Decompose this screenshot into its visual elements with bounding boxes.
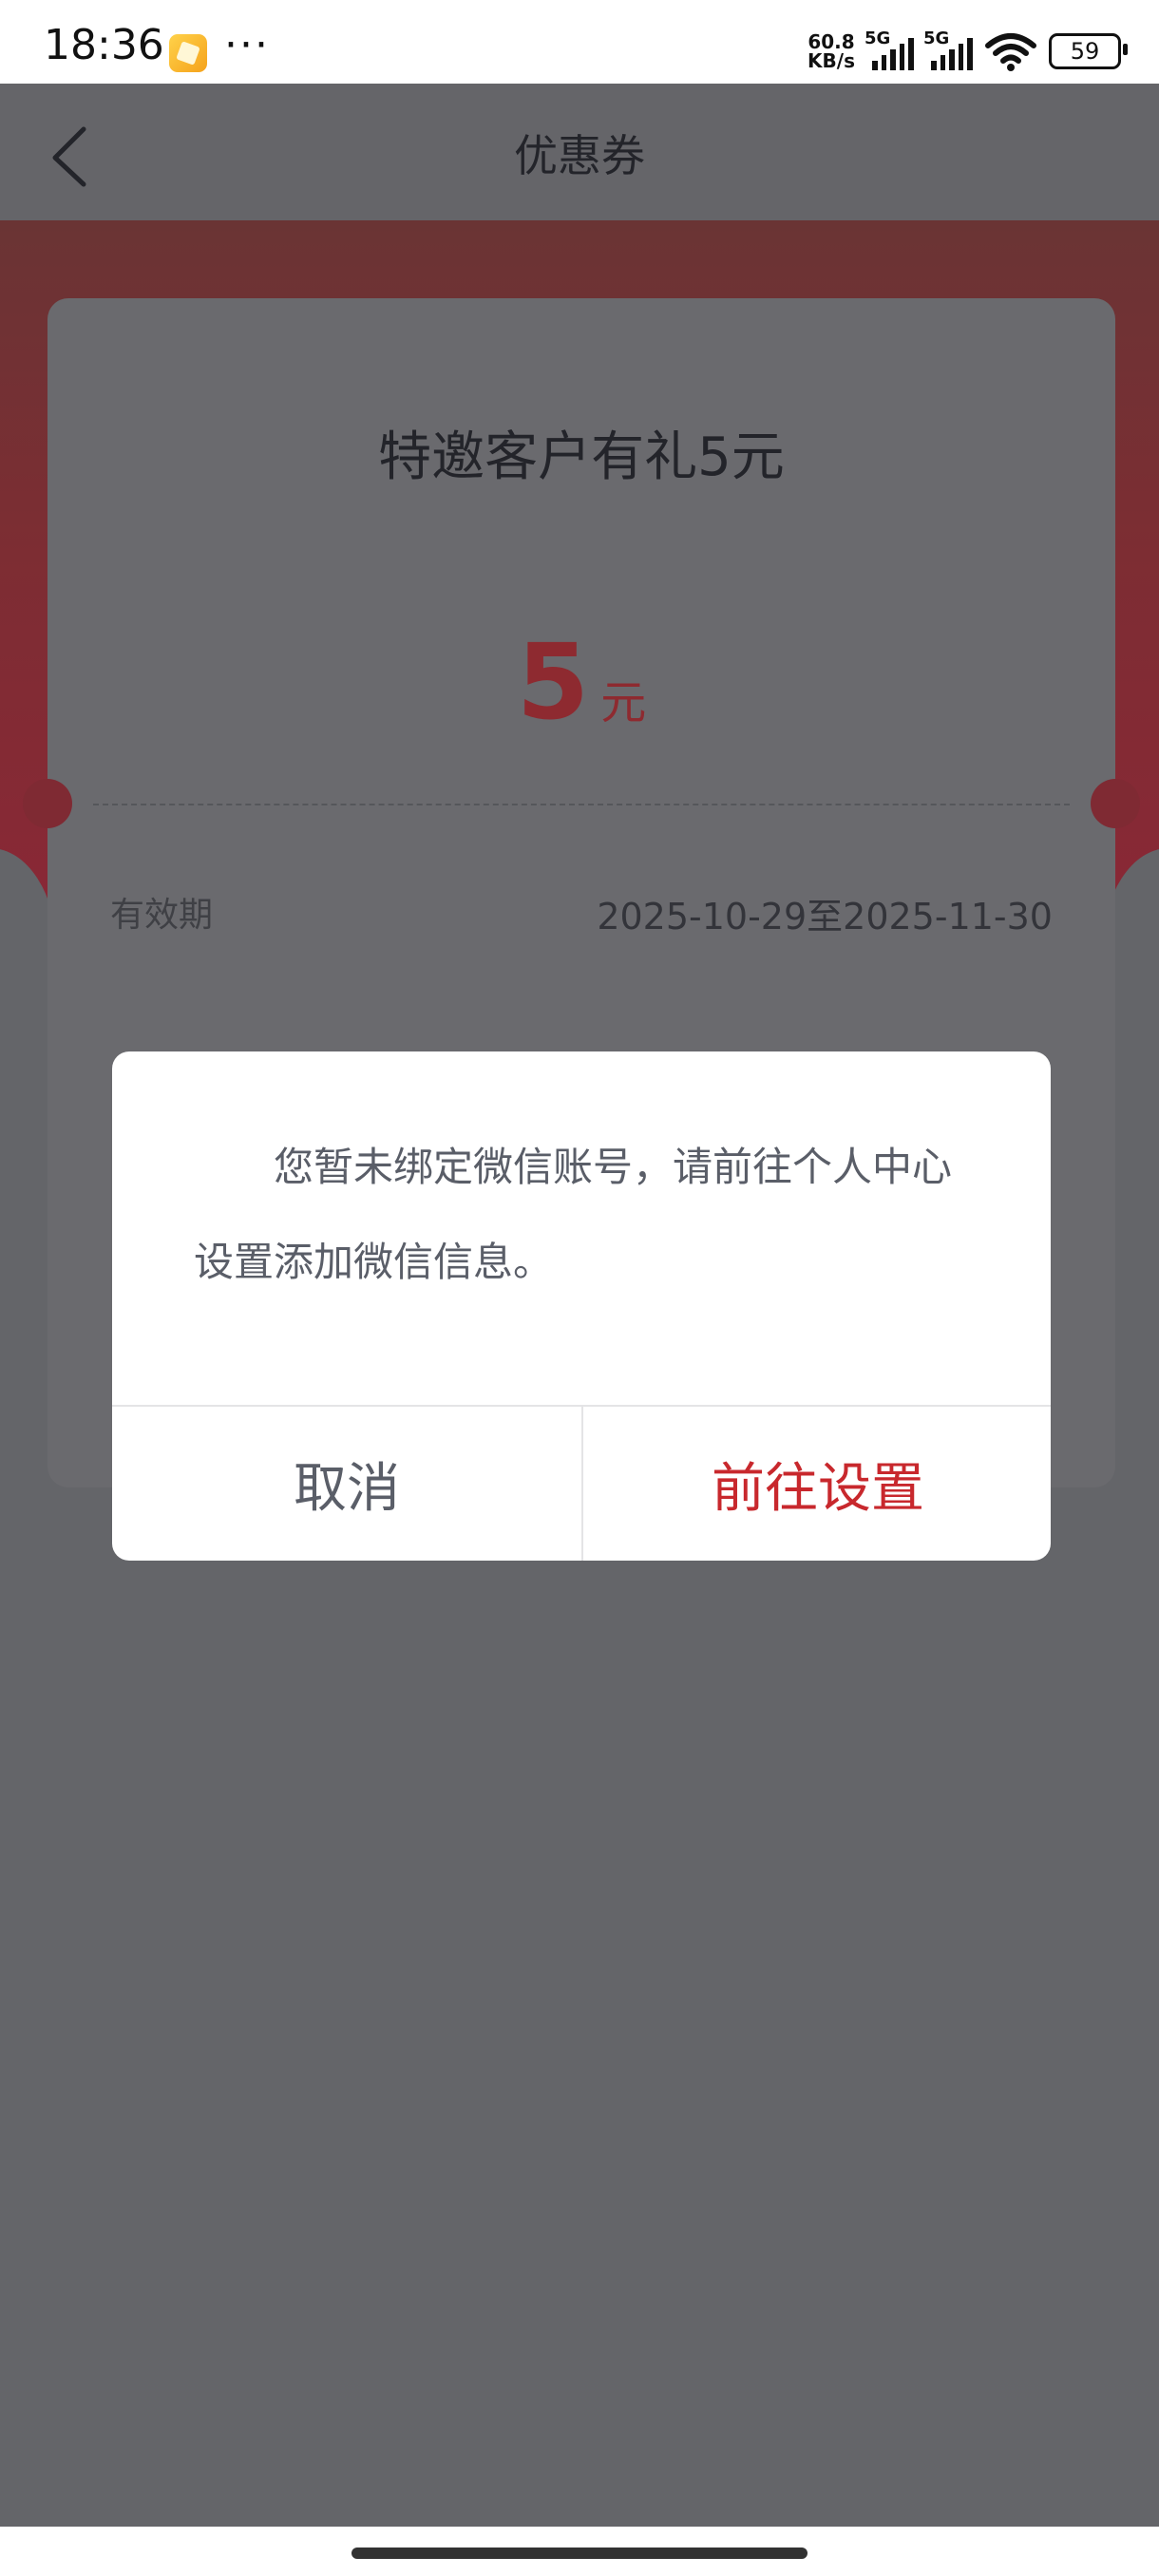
cancel-button[interactable]: 取消 [112,1407,581,1561]
validity-value: 2025-10-29至2025-11-30 [597,896,1053,938]
signal-1-label: 5G [864,28,891,48]
status-bar: 18:36 ··· 60.8 KB/s 5G 5G 59 [0,0,1159,84]
app-header: 优惠券 [0,84,1159,220]
coupon-notch-left [23,779,72,828]
go-to-settings-button[interactable]: 前往设置 [583,1407,1051,1561]
dialog-message: 您暂未绑定微信账号，请前往个人中心设置添加微信信息。 [194,1144,953,1285]
signal-2-label: 5G [923,28,950,48]
coupon-divider [93,804,1070,805]
bind-wechat-dialog: 您暂未绑定微信账号，请前往个人中心设置添加微信信息。 取消 前往设置 [112,1051,1051,1561]
network-speed-unit: KB/s [808,49,855,72]
status-indicators: 60.8 KB/s 5G 5G 59 [808,23,1128,80]
signal-icon-1: 5G [864,28,914,70]
status-time: 18:36 [44,21,164,69]
wifi-icon [985,33,1036,71]
network-speed: 60.8 KB/s [808,32,855,70]
coupon-amount-value: 5 [516,621,590,743]
navigation-bar [0,2527,1159,2576]
notes-app-icon [169,34,207,72]
more-notifications-icon: ··· [224,21,270,69]
validity-label: 有效期 [110,896,214,935]
coupon-amount: 5元 [48,621,1115,743]
home-indicator[interactable] [352,2548,808,2559]
coupon-notch-right [1091,779,1140,828]
network-speed-value: 60.8 [808,30,855,53]
battery-icon: 59 [1049,33,1128,69]
coupon-amount-unit: 元 [600,676,647,729]
signal-icon-2: 5G [923,28,973,70]
coupon-title: 特邀客户有礼5元 [378,426,785,488]
page-title: 优惠券 [514,130,645,181]
